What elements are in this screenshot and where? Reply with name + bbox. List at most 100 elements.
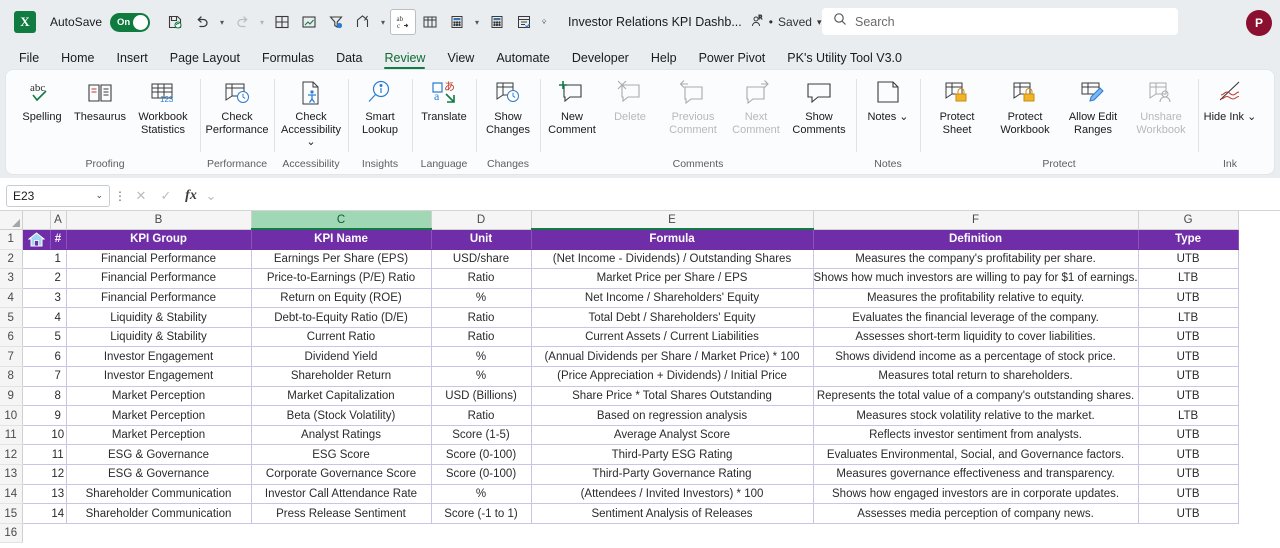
cell-B6[interactable]: Liquidity & Stability <box>66 327 252 348</box>
row-header-6[interactable]: 6 <box>0 327 23 348</box>
ribbon-button-allow-edit-ranges[interactable]: Allow Edit Ranges <box>1059 73 1127 136</box>
row-header-13[interactable]: 13 <box>0 464 23 485</box>
cell-empty[interactable] <box>531 523 813 543</box>
cell-empty[interactable] <box>813 523 1139 543</box>
cell-C2[interactable]: Earnings Per Share (EPS) <box>251 249 432 270</box>
cell-B11[interactable]: Market Perception <box>66 425 252 446</box>
filter-icon[interactable] <box>323 9 349 35</box>
column-title--[interactable]: # <box>50 229 67 250</box>
cell-A8[interactable]: 7 <box>50 366 67 387</box>
cell-G12[interactable]: UTB <box>1138 444 1239 466</box>
cell-F3[interactable]: Shows how much investors are willing to … <box>813 268 1139 289</box>
row-header-7[interactable]: 7 <box>0 346 23 368</box>
ribbon-button-spelling[interactable]: abc Spelling <box>13 73 71 124</box>
cell-G9[interactable]: UTB <box>1138 386 1239 407</box>
column-header-D[interactable]: D <box>431 211 532 230</box>
ribbon-button-protect-workbook[interactable]: Protect Workbook <box>991 73 1059 136</box>
cell-A13[interactable]: 12 <box>50 464 67 485</box>
cell-spacer[interactable] <box>22 425 50 446</box>
cell-E7[interactable]: (Annual Dividends per Share / Market Pri… <box>531 346 814 368</box>
cell-B12[interactable]: ESG & Governance <box>66 444 252 466</box>
cell-E14[interactable]: (Attendees / Invited Investors) * 100 <box>531 484 814 505</box>
cell-spacer[interactable] <box>22 346 50 368</box>
cell-spacer[interactable] <box>22 249 50 270</box>
cell-D5[interactable]: Ratio <box>431 307 532 328</box>
cell-E6[interactable]: Current Assets / Current Liabilities <box>531 327 814 348</box>
cell-A7[interactable]: 6 <box>50 346 67 368</box>
borders-icon[interactable] <box>269 9 295 35</box>
cell-B13[interactable]: ESG & Governance <box>66 464 252 485</box>
cell-B8[interactable]: Investor Engagement <box>66 366 252 387</box>
cell-spacer[interactable] <box>22 444 50 466</box>
cell-D13[interactable]: Score (0-100) <box>431 464 532 485</box>
cell-F8[interactable]: Measures total return to shareholders. <box>813 366 1139 387</box>
tab-data[interactable]: Data <box>325 49 373 70</box>
cell-F9[interactable]: Represents the total value of a company'… <box>813 386 1139 407</box>
cell-spacer[interactable] <box>22 288 50 309</box>
cell-D12[interactable]: Score (0-100) <box>431 444 532 466</box>
cell-F12[interactable]: Evaluates Environmental, Social, and Gov… <box>813 444 1139 466</box>
cell-spacer[interactable] <box>22 405 50 426</box>
cell-C5[interactable]: Debt-to-Equity Ratio (D/E) <box>251 307 432 328</box>
row-header-15[interactable]: 15 <box>0 503 23 524</box>
cell-spacer[interactable] <box>22 503 50 524</box>
cell-F6[interactable]: Assesses short-term liquidity to cover l… <box>813 327 1139 348</box>
cell-F7[interactable]: Shows dividend income as a percentage of… <box>813 346 1139 368</box>
document-title[interactable]: Investor Relations KPI Dashb... <box>568 15 742 29</box>
cell-C4[interactable]: Return on Equity (ROE) <box>251 288 432 309</box>
cell-B14[interactable]: Shareholder Communication <box>66 484 252 505</box>
cell-empty[interactable] <box>66 523 251 543</box>
cell-D11[interactable]: Score (1-5) <box>431 425 532 446</box>
cell-G8[interactable]: UTB <box>1138 366 1239 387</box>
cell-F11[interactable]: Reflects investor sentiment from analyst… <box>813 425 1139 446</box>
share-icon[interactable] <box>350 9 376 35</box>
cell-A3[interactable]: 2 <box>50 268 67 289</box>
cell-G2[interactable]: UTB <box>1138 249 1239 270</box>
ribbon-button-check-accessibility[interactable]: Check Accessibility ⌄ <box>277 73 345 149</box>
cell-spacer[interactable] <box>22 484 50 505</box>
cell-F5[interactable]: Evaluates the financial leverage of the … <box>813 307 1139 328</box>
cell-D9[interactable]: USD (Billions) <box>431 386 532 407</box>
ribbon-button-notes[interactable]: Notes ⌄ <box>859 73 917 124</box>
insert-function-icon[interactable]: fx <box>180 185 202 207</box>
cell-spacer[interactable] <box>22 366 50 387</box>
cell-G5[interactable]: LTB <box>1138 307 1239 328</box>
cell-A10[interactable]: 9 <box>50 405 67 426</box>
cell-B3[interactable]: Financial Performance <box>66 268 252 289</box>
cell-B7[interactable]: Investor Engagement <box>66 346 252 368</box>
ribbon-button-workbook-statistics[interactable]: 123 Workbook Statistics <box>129 73 197 136</box>
ribbon-button-check-performance[interactable]: Check Performance <box>203 73 271 136</box>
formula-bar-options-icon[interactable]: ⋮ <box>113 189 127 203</box>
cell-empty[interactable] <box>50 523 66 543</box>
row-header-11[interactable]: 11 <box>0 425 23 446</box>
row-header-4[interactable]: 4 <box>0 288 23 309</box>
search-input[interactable]: Search <box>822 8 1178 35</box>
cell-G7[interactable]: UTB <box>1138 346 1239 368</box>
column-header-F[interactable]: F <box>813 211 1139 230</box>
cell-F15[interactable]: Assesses media perception of company new… <box>813 503 1139 524</box>
cell-D8[interactable]: % <box>431 366 532 387</box>
cell-spacer[interactable] <box>22 386 50 407</box>
cell-C15[interactable]: Press Release Sentiment <box>251 503 432 524</box>
form-icon[interactable] <box>511 9 537 35</box>
ribbon-button-translate[interactable]: a あ Translate <box>415 73 473 124</box>
row-header-8[interactable]: 8 <box>0 366 23 387</box>
cell-A14[interactable]: 13 <box>50 484 67 505</box>
cell-F13[interactable]: Measures governance effectiveness and tr… <box>813 464 1139 485</box>
chart-icon[interactable] <box>296 9 322 35</box>
cell-D15[interactable]: Score (-1 to 1) <box>431 503 532 524</box>
cell-A15[interactable]: 14 <box>50 503 67 524</box>
cell-spacer[interactable] <box>22 327 50 348</box>
ribbon-button-show-comments[interactable]: Show Comments <box>785 73 853 136</box>
tab-power-pivot[interactable]: Power Pivot <box>688 49 777 70</box>
cell-G4[interactable]: UTB <box>1138 288 1239 309</box>
column-title-kpi-name[interactable]: KPI Name <box>251 229 432 250</box>
cell-D10[interactable]: Ratio <box>431 405 532 426</box>
cell-D4[interactable]: % <box>431 288 532 309</box>
tab-help[interactable]: Help <box>640 49 688 70</box>
cell-A12[interactable]: 11 <box>50 444 67 466</box>
cell-D7[interactable]: % <box>431 346 532 368</box>
cell-C3[interactable]: Price-to-Earnings (P/E) Ratio <box>251 268 432 289</box>
cell-E11[interactable]: Average Analyst Score <box>531 425 814 446</box>
chevron-down-icon[interactable]: ▾ <box>817 17 822 28</box>
